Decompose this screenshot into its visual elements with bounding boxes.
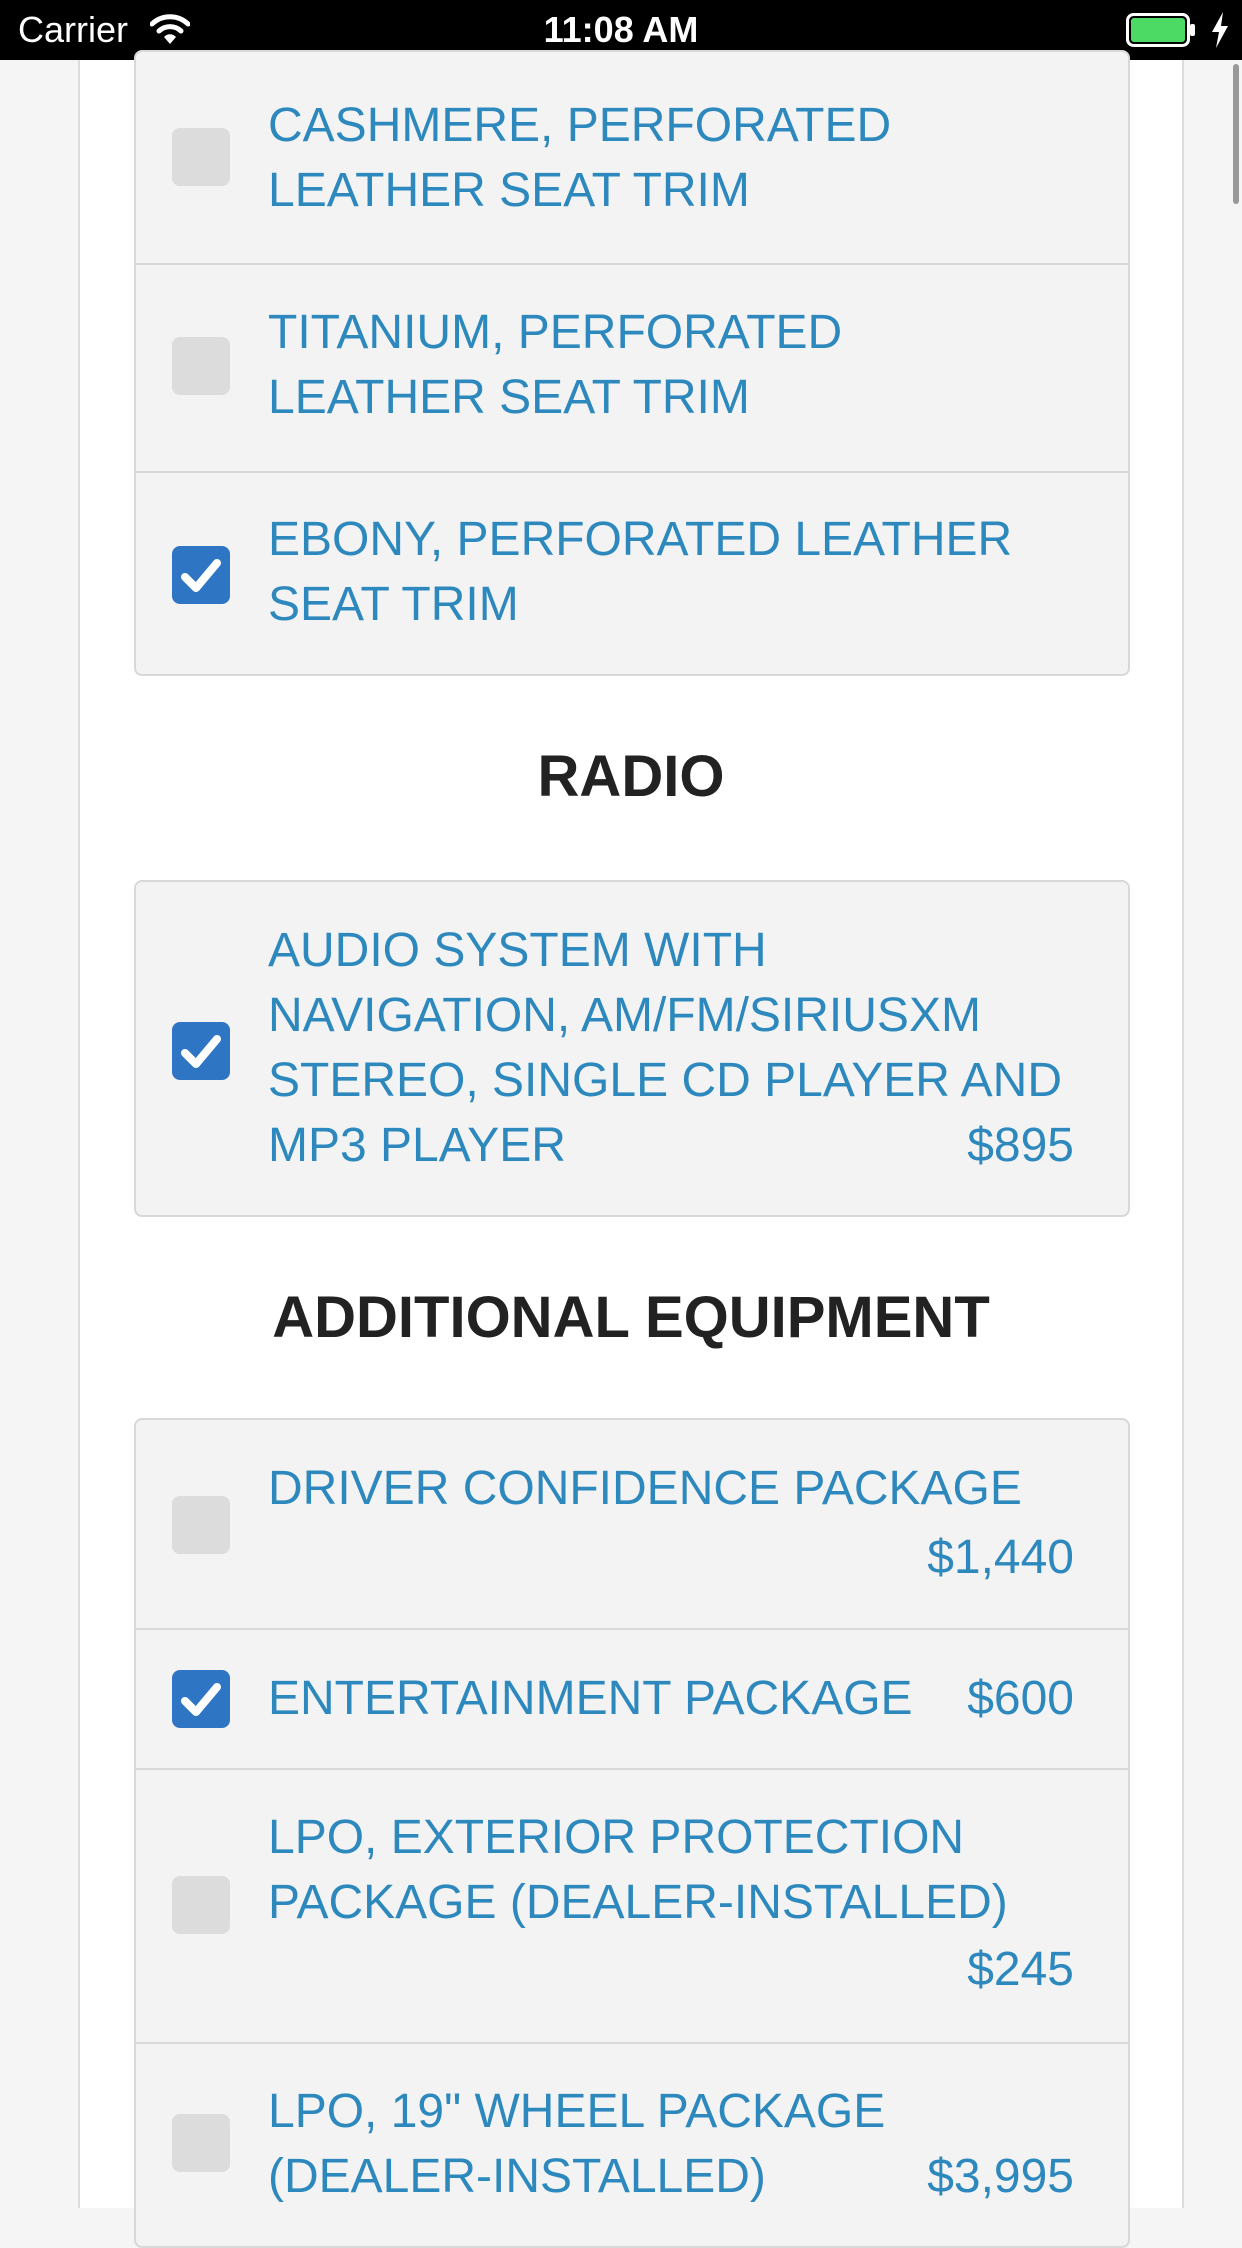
checkbox-checked[interactable] [172,546,230,604]
option-row-audio-system[interactable]: AUDIO SYSTEM WITH NAVIGATION, AM/FM/SIRI… [136,882,1128,1215]
checkmark-icon [181,1683,221,1716]
scroll-indicator[interactable] [1233,64,1239,204]
option-row-entertainment[interactable]: ENTERTAINMENT PACKAGE $600 [136,1628,1128,1768]
option-label: EBONY, PERFORATED LEATHER SEAT TRIM [268,513,1013,631]
checkbox-unchecked[interactable] [172,337,230,395]
option-price: $895 [967,1119,1074,1172]
checkbox-checked[interactable] [172,1022,230,1080]
option-label: CASHMERE, PERFORATED LEATHER SEAT TRIM [268,99,892,217]
option-price: $3,995 [927,2150,1074,2203]
option-row-titanium[interactable]: TITANIUM, PERFORATED LEATHER SEAT TRIM [136,263,1128,471]
additional-equipment-options: DRIVER CONFIDENCE PACKAGE $1,440 ENTERTA… [134,1418,1130,2248]
option-price: $1,440 [927,1531,1074,1584]
checkbox-unchecked[interactable] [172,2114,230,2172]
section-heading-additional-equipment: ADDITIONAL EQUIPMENT [272,1285,990,1350]
checkbox-unchecked[interactable] [172,128,230,186]
checkmark-icon [181,559,221,592]
option-row-ebony[interactable]: EBONY, PERFORATED LEATHER SEAT TRIM [136,471,1128,674]
option-row-driver-confidence[interactable]: DRIVER CONFIDENCE PACKAGE $1,440 [136,1420,1128,1628]
bolt-icon [1212,12,1228,48]
radio-options: AUDIO SYSTEM WITH NAVIGATION, AM/FM/SIRI… [134,880,1130,1217]
checkbox-unchecked[interactable] [172,1876,230,1934]
seat-trim-options: CASHMERE, PERFORATED LEATHER SEAT TRIM T… [134,50,1130,676]
clock-time: 11:08 AM [543,9,699,50]
checkbox-checked[interactable] [172,1670,230,1728]
option-label: DRIVER CONFIDENCE PACKAGE [268,1462,1022,1515]
option-price: $245 [967,1943,1074,1996]
option-label: LPO, EXTERIOR PROTECTION PACKAGE (DEALER… [268,1811,1008,1929]
option-price: $600 [967,1672,1074,1725]
option-row-exterior-protection[interactable]: LPO, EXTERIOR PROTECTION PACKAGE (DEALER… [136,1768,1128,2042]
option-row-wheel-package[interactable]: LPO, 19" WHEEL PACKAGE (DEALER-INSTALLED… [136,2042,1128,2246]
checkbox-unchecked[interactable] [172,1496,230,1554]
section-heading-radio: RADIO [537,744,725,809]
option-label: TITANIUM, PERFORATED LEATHER SEAT TRIM [268,306,843,424]
checkmark-icon [181,1035,221,1068]
battery-icon [1126,13,1195,47]
option-row-cashmere[interactable]: CASHMERE, PERFORATED LEATHER SEAT TRIM [136,52,1128,263]
